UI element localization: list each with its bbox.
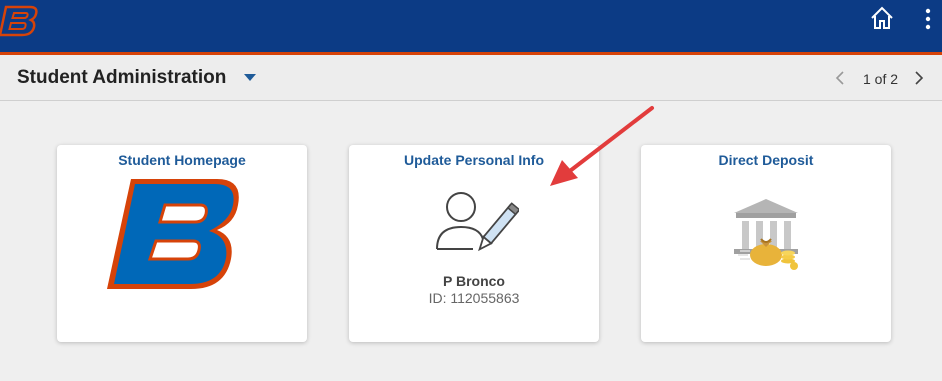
red-arrow-icon xyxy=(550,106,654,186)
bank-money-icon xyxy=(734,199,798,270)
person-edit-icon xyxy=(436,192,519,252)
chevron-left-icon[interactable] xyxy=(833,69,847,87)
person-name: P Bronco xyxy=(443,273,505,289)
vertical-dots-icon[interactable] xyxy=(920,4,936,34)
home-icon[interactable] xyxy=(868,4,896,32)
page-title[interactable]: Student Administration xyxy=(17,67,226,89)
caret-down-icon[interactable] xyxy=(243,72,257,82)
page-counter: 1 of 2 xyxy=(863,71,899,87)
tile-student-homepage[interactable]: Student Homepage xyxy=(57,145,307,342)
tile-title: Student Homepage xyxy=(118,152,246,168)
tile-title: Direct Deposit xyxy=(718,152,814,168)
top-banner xyxy=(0,0,942,52)
bsu-b-logo-icon[interactable] xyxy=(0,3,40,37)
chevron-right-icon[interactable] xyxy=(912,69,926,87)
bsu-b-logo-icon xyxy=(107,179,239,289)
tile-direct-deposit[interactable]: Direct Deposit xyxy=(641,145,891,342)
page-header-bar: Student Administration 1 of 2 xyxy=(0,55,942,101)
person-id: ID: 112055863 xyxy=(428,290,520,306)
